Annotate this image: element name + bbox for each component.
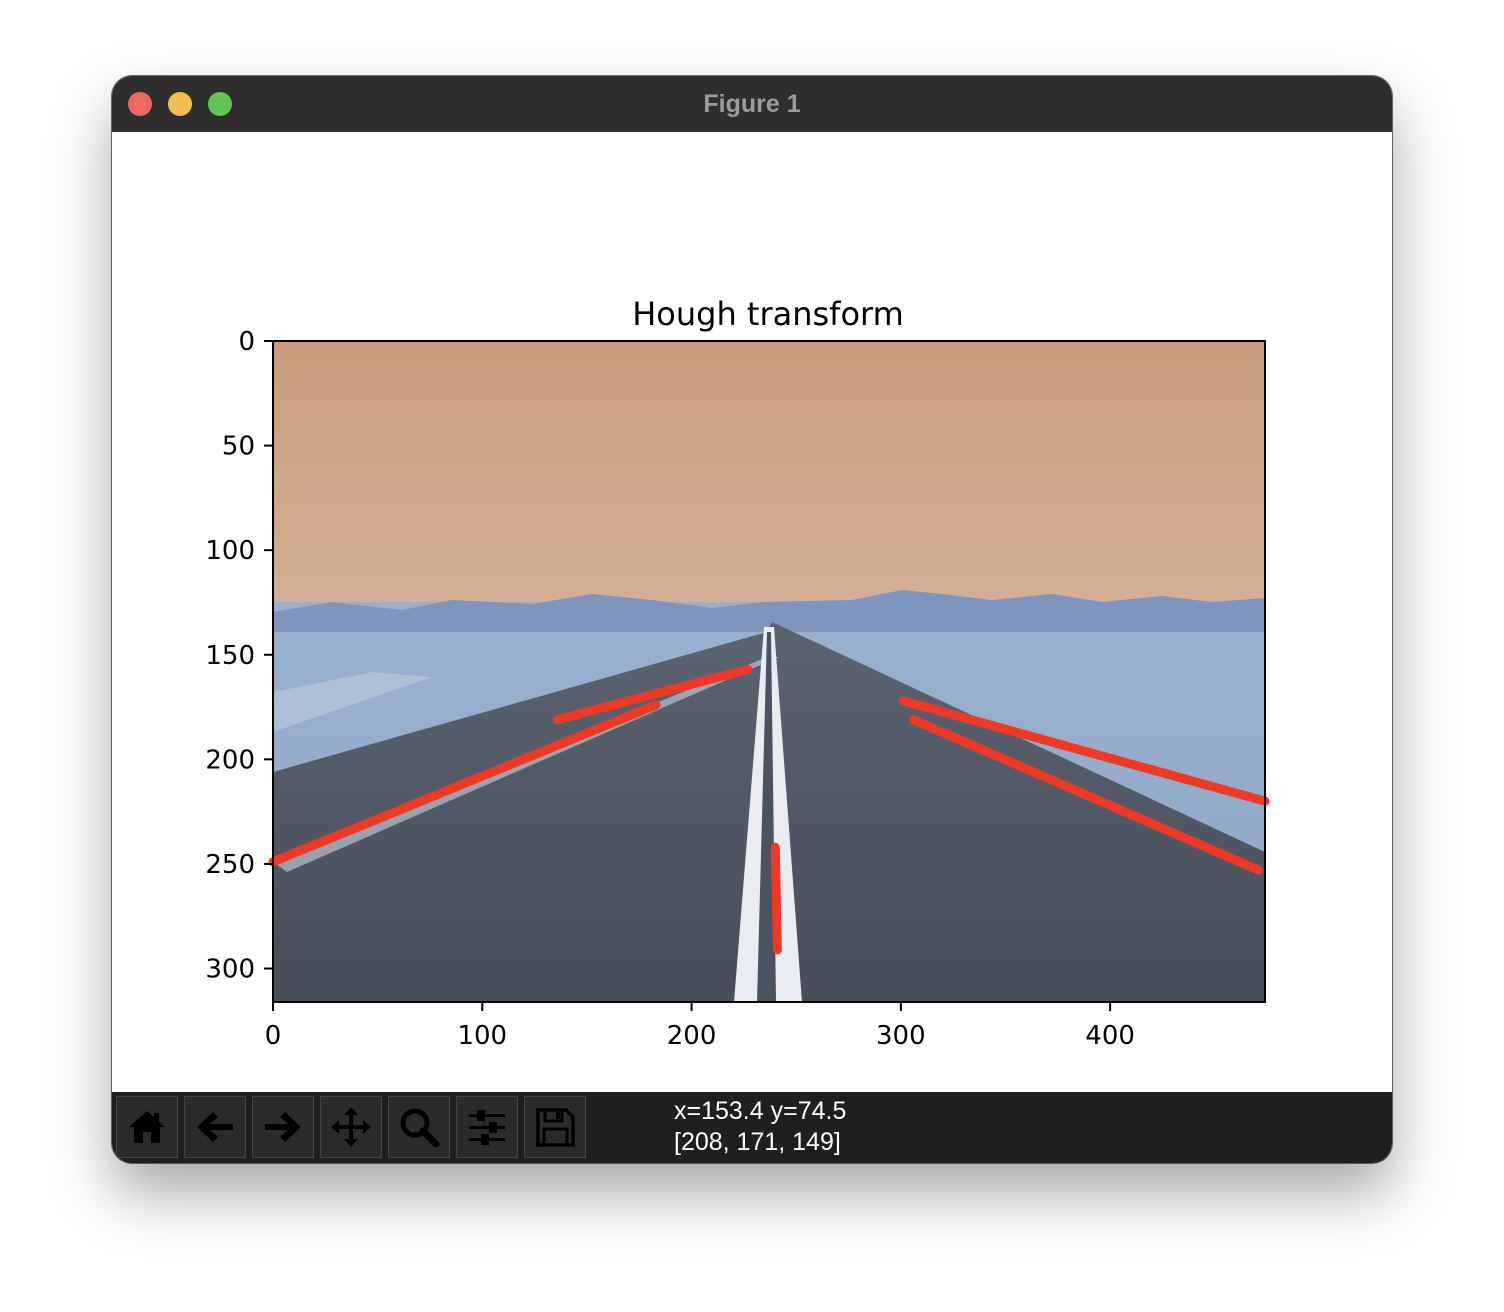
figure-canvas[interactable]: Hough transform 0 100 200 300 400 0 50 100 150 2…: [112, 132, 1392, 1092]
y-tick-label: 250: [205, 850, 255, 880]
forward-button[interactable]: [252, 1096, 314, 1158]
x-tick-label: 100: [457, 1021, 507, 1051]
road-image: [273, 341, 1265, 1002]
plot-area[interactable]: Hough transform 0 100 200 300 400 0 50 100 150 2…: [112, 132, 1392, 1092]
chart-title: Hough transform: [632, 295, 904, 333]
y-tick-label: 200: [205, 745, 255, 775]
y-tick-label: 150: [205, 641, 255, 671]
y-tick-label: 300: [205, 955, 255, 985]
save-button[interactable]: [524, 1096, 586, 1158]
home-button[interactable]: [116, 1096, 178, 1158]
magnifier-icon: [400, 1108, 440, 1148]
y-axis: 0 50 100 150 200 250 300: [205, 327, 273, 985]
navigation-toolbar: x=153.4 y=74.5 [208, 171, 149]: [112, 1092, 1392, 1163]
y-tick-label: 100: [205, 536, 255, 566]
figure-window: Figure 1 Hough transform 0 100 200 300 4…: [112, 76, 1392, 1163]
y-tick-label: 0: [238, 327, 255, 357]
home-icon: [129, 1111, 165, 1143]
floppy-disk-icon: [536, 1108, 575, 1147]
sliders-icon: [469, 1110, 505, 1145]
x-tick-label: 200: [667, 1021, 717, 1051]
title-bar: Figure 1: [112, 76, 1392, 133]
back-button[interactable]: [184, 1096, 246, 1158]
x-tick-label: 0: [265, 1021, 282, 1051]
x-tick-label: 300: [876, 1021, 926, 1051]
arrow-left-icon: [197, 1112, 233, 1142]
hough-line-5: [770, 842, 782, 955]
pixel-value: [208, 171, 149]: [674, 1128, 841, 1156]
pan-button[interactable]: [320, 1096, 382, 1158]
move-icon: [331, 1107, 371, 1147]
x-tick-label: 400: [1085, 1021, 1135, 1051]
cursor-coordinates: x=153.4 y=74.5: [674, 1097, 847, 1125]
window-title: Figure 1: [703, 90, 801, 118]
zoom-button[interactable]: [388, 1096, 450, 1158]
cursor-readout: x=153.4 y=74.5 [208, 171, 149]: [674, 1096, 846, 1158]
x-axis: 0 100 200 300 400: [265, 1002, 1135, 1051]
configure-subplots-button[interactable]: [456, 1096, 518, 1158]
arrow-right-icon: [265, 1112, 301, 1142]
y-tick-label: 50: [222, 432, 255, 462]
